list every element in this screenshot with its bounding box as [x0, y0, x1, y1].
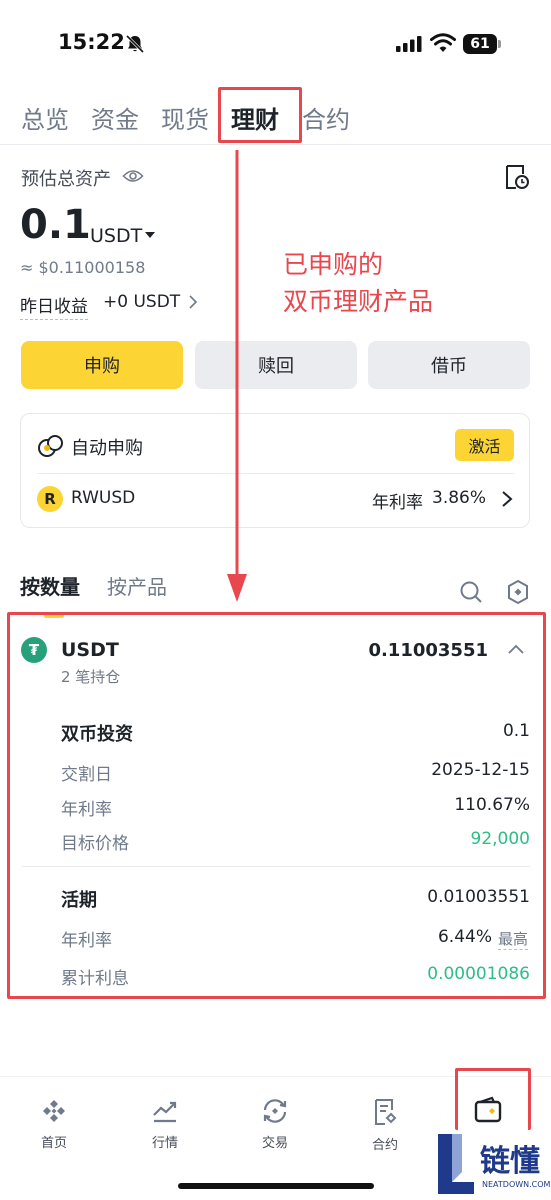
home-indicator	[178, 1183, 374, 1189]
tab-by-product[interactable]: 按产品	[107, 571, 167, 600]
borrow-button[interactable]: 借币	[368, 341, 530, 389]
dual-apr-value: 110.67%	[454, 795, 530, 815]
divider	[0, 144, 551, 145]
caret-down-icon[interactable]	[145, 232, 155, 238]
position-divider	[22, 866, 530, 867]
hexagon-settings-icon[interactable]	[506, 579, 530, 605]
eye-icon[interactable]	[122, 167, 144, 185]
flexible-title: 活期	[61, 890, 97, 911]
activate-button[interactable]: 激活	[455, 429, 514, 461]
nav-home-label: 首页	[40, 1136, 67, 1151]
watermark-url: NEATDOWN.COM	[482, 1180, 551, 1189]
watermark-brand: 链懂	[480, 1144, 540, 1179]
tab-futures[interactable]: 合约	[302, 100, 350, 135]
settle-value: 2025-12-15	[431, 760, 530, 780]
battery-icon: 61	[463, 34, 501, 54]
dual-amount: 0.1	[502, 721, 530, 741]
annotation-line-1: 已申购的	[283, 250, 384, 279]
redeem-button[interactable]: 赎回	[195, 341, 357, 389]
assets-unit[interactable]: USDT	[90, 225, 142, 247]
assets-title: 预估总资产	[21, 169, 111, 190]
usdt-icon: ₮	[21, 637, 47, 663]
signal-icon	[396, 36, 422, 52]
watermark-logo	[438, 1134, 474, 1194]
chevron-up-icon[interactable]	[507, 643, 525, 655]
tab-funds[interactable]: 资金	[91, 100, 139, 135]
nav-markets-label: 行情	[151, 1136, 178, 1151]
tab-overview[interactable]: 总览	[21, 100, 69, 135]
chevron-right-icon[interactable]	[501, 490, 513, 508]
nav-trade[interactable]: 交易	[240, 1098, 310, 1151]
bell-muted-icon	[125, 34, 145, 54]
position-total: 0.11003551	[368, 640, 488, 661]
tab-by-quantity[interactable]: 按数量	[20, 571, 80, 600]
rwusd-label[interactable]: RWUSD	[71, 488, 135, 508]
futures-icon	[375, 1099, 397, 1125]
flexible-apr-value: 6.44%	[437, 927, 492, 947]
flexible-amount: 0.01003551	[427, 887, 530, 907]
usd-value: ≈ $0.11000158	[20, 258, 146, 277]
nav-futures-label: 合约	[371, 1138, 398, 1153]
highlight-wallet-tab	[455, 1068, 531, 1130]
status-time: 15:22	[58, 30, 125, 54]
interest-value: 0.00001086	[427, 964, 530, 984]
flexible-apr-tag[interactable]: 最高	[498, 928, 529, 950]
auto-subscribe-card	[20, 413, 530, 528]
interest-label: 累计利息	[61, 969, 129, 989]
nav-markets[interactable]: 行情	[130, 1098, 200, 1151]
rwusd-apr-value: 3.86%	[432, 488, 487, 508]
target-label: 目标价格	[61, 834, 129, 854]
auto-subscribe-title: 自动申购	[71, 438, 143, 459]
nav-home[interactable]: 首页	[19, 1098, 89, 1151]
watermark: 链懂 NEATDOWN.COM	[436, 1132, 551, 1200]
assets-amount: 0.1	[20, 202, 91, 248]
markets-icon	[153, 1101, 177, 1123]
battery-level: 61	[470, 36, 490, 52]
rwusd-apr-label: 年利率	[372, 493, 423, 513]
yesterday-value: +0 USDT	[103, 292, 181, 312]
nav-trade-label: 交易	[261, 1136, 288, 1151]
trade-icon	[263, 1099, 287, 1123]
coin-name[interactable]: USDT	[61, 639, 119, 661]
dual-apr-label: 年利率	[61, 800, 112, 820]
flexible-apr-label: 年利率	[61, 931, 112, 951]
dual-title: 双币投资	[61, 724, 133, 745]
annotation-arrow	[227, 150, 247, 602]
card-divider	[37, 473, 514, 474]
tab-spot[interactable]: 现货	[161, 100, 209, 135]
wifi-icon	[430, 33, 456, 52]
history-icon[interactable]	[504, 163, 530, 191]
target-value: 92,000	[470, 829, 530, 849]
yesterday-label[interactable]: 昨日收益	[20, 292, 88, 320]
annotation-line-2: 双币理财产品	[283, 287, 434, 316]
home-icon	[43, 1100, 65, 1122]
subscribe-button[interactable]: 申购	[21, 341, 183, 389]
search-icon[interactable]	[459, 580, 483, 604]
position-count: 2 笔持仓	[61, 668, 121, 686]
auto-subscribe-icon	[38, 435, 63, 457]
chevron-right-icon[interactable]	[188, 295, 198, 309]
highlight-earn-tab	[218, 87, 302, 143]
nav-futures[interactable]: 合约	[350, 1098, 420, 1153]
rwusd-icon: R	[37, 486, 63, 512]
settle-label: 交割日	[61, 765, 112, 785]
